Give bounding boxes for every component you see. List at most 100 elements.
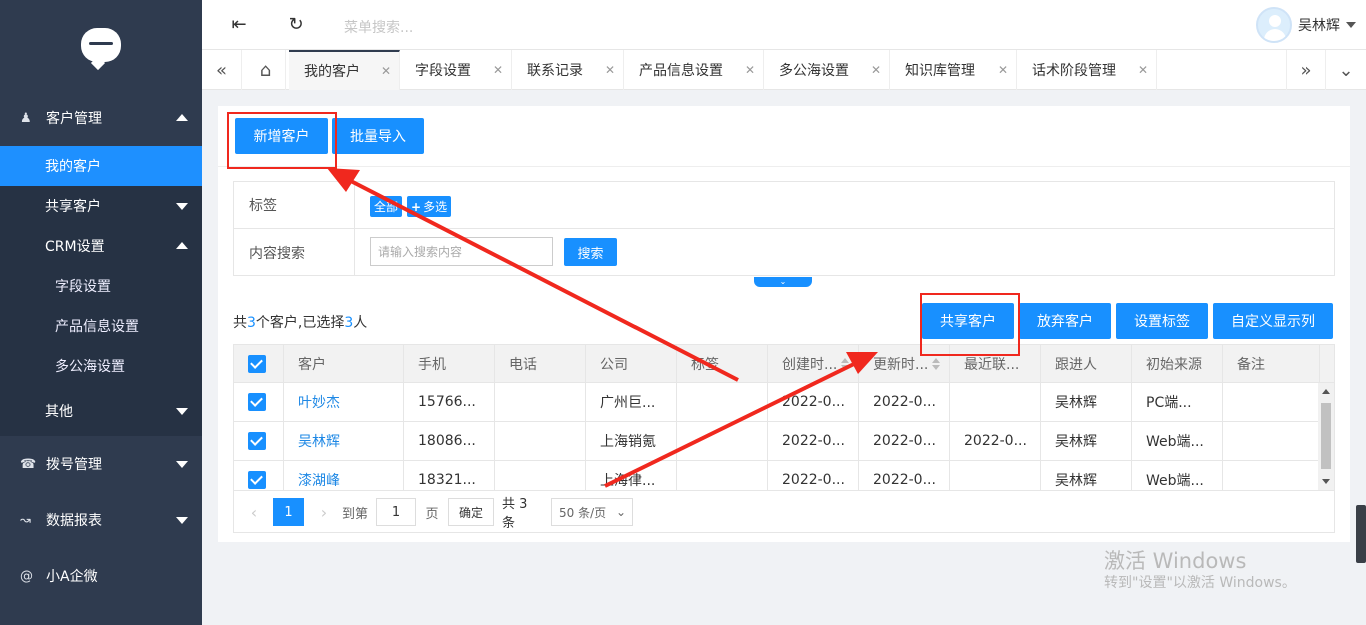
close-icon[interactable]: ✕ bbox=[871, 63, 881, 77]
bulk-import-button[interactable]: 批量导入 bbox=[332, 118, 424, 154]
table-row[interactable]: 叶妙杰 15766... 广州巨... 2022-0... 2022-0... … bbox=[234, 383, 1320, 422]
tabs-dropdown-icon[interactable]: ⌄ bbox=[1326, 50, 1366, 90]
collapse-filter-toggle[interactable]: ⌄ bbox=[754, 277, 812, 287]
tab-label: 知识库管理 bbox=[905, 63, 975, 79]
custom-columns-button[interactable]: 自定义显示列 bbox=[1213, 303, 1333, 339]
tag-multi-select-button[interactable]: + 多选 bbox=[407, 196, 452, 217]
sidebar-group-wecom[interactable]: @ 小A企微 bbox=[0, 548, 202, 604]
sidebar-item-label: CRM设置 bbox=[45, 239, 105, 255]
sidebar-item-label: 我的客户 bbox=[45, 159, 101, 175]
table-row[interactable]: 吴林辉 18086... 上海销氪 2022-0... 2022-0... 20… bbox=[234, 422, 1320, 461]
tab-label: 多公海设置 bbox=[779, 63, 849, 79]
side-widget[interactable] bbox=[1356, 505, 1366, 563]
header-created[interactable]: 创建时... bbox=[768, 345, 859, 382]
customer-link[interactable]: 叶妙杰 bbox=[298, 392, 340, 412]
header-phone: 电话 bbox=[495, 345, 586, 382]
cell-customer[interactable]: 吴林辉 bbox=[284, 422, 404, 460]
close-icon[interactable]: ✕ bbox=[1138, 63, 1148, 77]
refresh-icon[interactable]: ↻ bbox=[286, 15, 306, 35]
scrollbar-thumb[interactable] bbox=[1321, 403, 1331, 469]
cell-customer[interactable]: 漆湖峰 bbox=[284, 461, 404, 490]
sort-icon[interactable] bbox=[932, 357, 941, 370]
close-icon[interactable]: ✕ bbox=[493, 63, 503, 77]
close-icon[interactable]: ✕ bbox=[381, 64, 391, 78]
customer-link[interactable]: 漆湖峰 bbox=[298, 470, 340, 490]
submenu-customer: 我的客户 共享客户 CRM设置 字段设置 产品信息设置 多公海设置 其他 bbox=[0, 146, 202, 436]
sidebar-item-label: 产品信息设置 bbox=[55, 319, 139, 335]
sidebar-item-field-settings[interactable]: 字段设置 bbox=[0, 266, 202, 306]
annotation-box-share-customer bbox=[920, 293, 1020, 356]
checkbox-checked[interactable] bbox=[248, 393, 266, 411]
row-select[interactable] bbox=[234, 422, 284, 460]
sidebar-group-dial-management[interactable]: ☎ 拨号管理 bbox=[0, 436, 202, 492]
sidebar-item-my-customers[interactable]: 我的客户 bbox=[0, 146, 202, 186]
cell-tags bbox=[677, 383, 768, 421]
sidebar-item-label: 其他 bbox=[45, 404, 73, 420]
tab-knowledge-base[interactable]: 知识库管理 ✕ bbox=[890, 50, 1017, 90]
scroll-up-icon[interactable] bbox=[1322, 389, 1330, 394]
tab-product-settings[interactable]: 产品信息设置 ✕ bbox=[624, 50, 764, 90]
customer-link[interactable]: 吴林辉 bbox=[298, 431, 340, 451]
total-count: 3 bbox=[247, 315, 256, 331]
sidebar-item-other[interactable]: 其他 bbox=[0, 386, 202, 436]
close-icon[interactable]: ✕ bbox=[998, 63, 1008, 77]
header-label: 创建时... bbox=[782, 356, 838, 373]
prev-page-icon[interactable]: ‹ bbox=[244, 498, 264, 526]
cell-tags bbox=[677, 422, 768, 460]
cell-owner: 吴林辉 bbox=[1041, 383, 1132, 421]
collapse-menu-icon[interactable]: ⇤ bbox=[229, 15, 249, 35]
cell-phone bbox=[495, 422, 586, 460]
search-button[interactable]: 搜索 bbox=[564, 238, 617, 266]
set-tags-button[interactable]: 设置标签 bbox=[1116, 303, 1208, 339]
checkbox-checked[interactable] bbox=[248, 471, 266, 489]
row-select[interactable] bbox=[234, 383, 284, 421]
page-1-button[interactable]: 1 bbox=[273, 498, 304, 526]
header-select-all[interactable] bbox=[234, 345, 284, 382]
page-size-select[interactable]: 50 条/页 ⌄ bbox=[551, 498, 633, 526]
tag-all-button[interactable]: 全部 bbox=[370, 196, 403, 217]
sidebar-item-product-settings[interactable]: 产品信息设置 bbox=[0, 306, 202, 346]
tab-my-customers[interactable]: 我的客户 ✕ bbox=[289, 50, 400, 90]
sidebar-item-crm-settings[interactable]: CRM设置 bbox=[0, 226, 202, 266]
selected-count: 3 bbox=[344, 315, 354, 331]
plus-icon: + bbox=[411, 199, 422, 214]
sidebar-group-customer-management[interactable]: ♟ 客户管理 bbox=[0, 90, 202, 146]
tab-label: 产品信息设置 bbox=[639, 63, 723, 79]
next-page-icon[interactable]: › bbox=[314, 498, 334, 526]
sidebar-group-data-reports[interactable]: ↝ 数据报表 bbox=[0, 492, 202, 548]
checkbox-checked[interactable] bbox=[248, 354, 266, 373]
abandon-customer-button[interactable]: 放弃客户 bbox=[1019, 303, 1111, 339]
cell-created: 2022-0... bbox=[768, 383, 859, 421]
tabs-scroll-left-icon[interactable]: « bbox=[202, 50, 242, 90]
content-search-input[interactable]: 请输入搜索内容 bbox=[370, 237, 553, 266]
tab-field-settings[interactable]: 字段设置 ✕ bbox=[400, 50, 512, 90]
chevron-down-icon bbox=[176, 517, 188, 524]
cell-customer[interactable]: 叶妙杰 bbox=[284, 383, 404, 421]
tab-script-stages[interactable]: 话术阶段管理 ✕ bbox=[1017, 50, 1157, 90]
header-source: 初始来源 bbox=[1132, 345, 1223, 382]
chevron-down-icon bbox=[176, 461, 188, 468]
table-row[interactable]: 漆湖峰 18321... 上海律... 2022-0... 2022-0... … bbox=[234, 461, 1320, 490]
tab-contact-records[interactable]: 联系记录 ✕ bbox=[512, 50, 624, 90]
table-scrollbar[interactable] bbox=[1318, 383, 1334, 490]
home-icon[interactable]: ⌂ bbox=[246, 50, 286, 90]
tab-public-sea-settings[interactable]: 多公海设置 ✕ bbox=[764, 50, 890, 90]
sort-icon[interactable] bbox=[841, 357, 850, 370]
row-select[interactable] bbox=[234, 461, 284, 490]
sidebar-group-label: 客户管理 bbox=[46, 111, 102, 127]
top-bar: ⇤ ↻ 菜单搜索... 吴林辉 bbox=[202, 0, 1366, 50]
checkbox-checked[interactable] bbox=[248, 432, 266, 450]
sidebar-item-public-sea-settings[interactable]: 多公海设置 bbox=[0, 346, 202, 386]
sidebar-item-shared-customers[interactable]: 共享客户 bbox=[0, 186, 202, 226]
page-number-input[interactable]: 1 bbox=[376, 498, 416, 526]
close-icon[interactable]: ✕ bbox=[605, 63, 615, 77]
confirm-page-button[interactable]: 确定 bbox=[448, 498, 494, 526]
tab-bar: « ⌂ 我的客户 ✕ 字段设置 ✕ 联系记录 ✕ 产品信息设置 ✕ 多公海设置 ✕ 知识库… bbox=[202, 50, 1366, 90]
cell-mobile: 18321... bbox=[404, 461, 495, 490]
tabs-scroll-right-icon[interactable]: » bbox=[1286, 50, 1326, 90]
total-records: 共 3 条 bbox=[502, 497, 528, 531]
scroll-down-icon[interactable] bbox=[1322, 479, 1330, 484]
close-icon[interactable]: ✕ bbox=[745, 63, 755, 77]
menu-search-input[interactable]: 菜单搜索... bbox=[344, 17, 413, 37]
user-menu[interactable]: 吴林辉 bbox=[1256, 7, 1356, 43]
